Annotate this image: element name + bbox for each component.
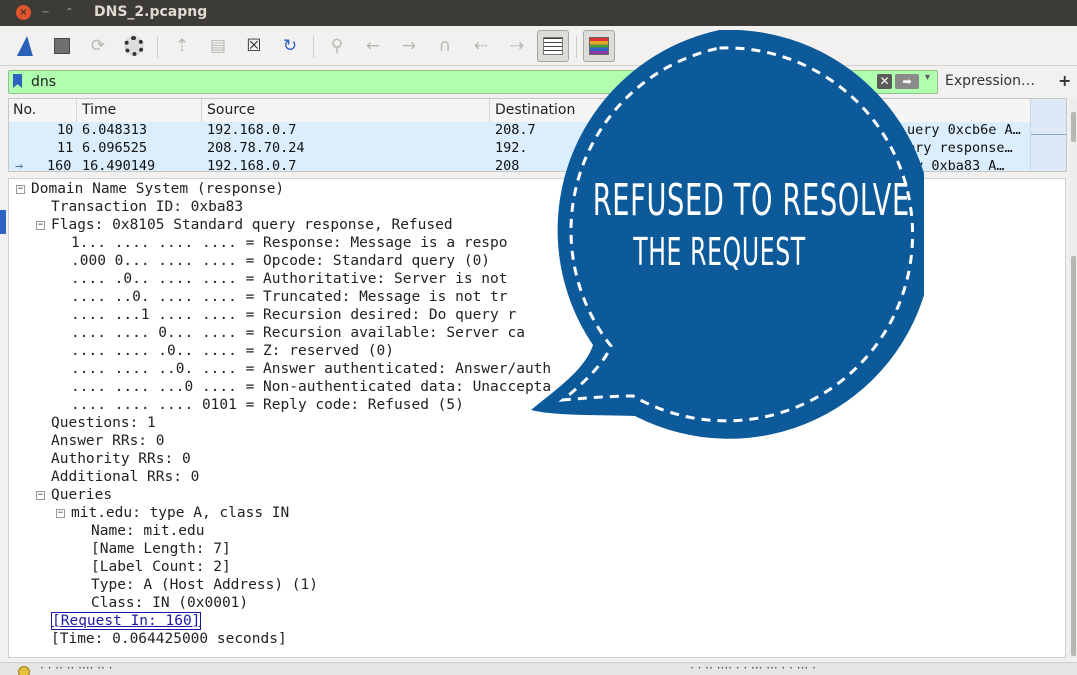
status-packet-counts: · · ·· ···· · · ··· ··· · · ··· · <box>690 662 816 675</box>
packet-info: uery 0xcb6e A… <box>907 122 1021 138</box>
stop-icon <box>54 38 70 54</box>
save-file-icon: ▤ <box>209 36 227 56</box>
detail-line[interactable]: Flags: 0x8105 Standard query response, R… <box>51 216 453 234</box>
go-forward-button[interactable]: → <box>395 32 423 60</box>
column-divider[interactable] <box>489 99 490 123</box>
detail-line[interactable]: Type: A (Host Address) (1) <box>91 576 318 594</box>
close-file-button[interactable]: ☒ <box>240 32 268 60</box>
vertical-scrollbar[interactable] <box>1069 98 1077 658</box>
packet-time: 16.490149 <box>82 158 156 172</box>
detail-line[interactable]: Queries <box>51 486 112 504</box>
detail-line[interactable]: Questions: 1 <box>51 414 156 432</box>
options-gear-icon <box>124 36 144 56</box>
detail-line[interactable]: Answer RRs: 0 <box>51 432 165 450</box>
find-icon: ⚲ <box>330 36 344 56</box>
detail-line[interactable]: .... ...1 .... .... = Recursion desired:… <box>71 306 516 324</box>
minimize-window-button[interactable]: − <box>38 5 53 20</box>
collapse-toggle-icon[interactable]: − <box>16 185 25 194</box>
detail-line[interactable]: .... .... .0.. .... = Z: reserved (0) <box>71 342 394 360</box>
detail-line[interactable]: .000 0... .... .... = Opcode: Standard q… <box>71 252 490 270</box>
detail-line[interactable]: Additional RRs: 0 <box>51 468 199 486</box>
packet-no: 11 <box>57 140 74 156</box>
window-title: DNS_2.pcapng <box>94 4 208 20</box>
status-bar: · · ·· ·· ···· ·· · · · ·· ···· · · ··· … <box>0 662 1077 675</box>
column-header-source[interactable]: Source <box>207 102 255 122</box>
detail-line[interactable]: 1... .... .... .... = Response: Message … <box>71 234 508 252</box>
close-file-icon: ☒ <box>246 36 262 56</box>
expert-info-icon[interactable] <box>18 666 30 675</box>
shark-fin-icon <box>16 36 38 56</box>
title-bar: × − ⌃ DNS_2.pcapng <box>0 0 1077 26</box>
window-edge-marker <box>0 210 6 234</box>
first-packet-button[interactable]: ⇠ <box>467 32 495 60</box>
close-window-button[interactable]: × <box>16 5 31 20</box>
packet-no: 10 <box>57 122 74 138</box>
packet-source: 208.78.70.24 <box>207 140 305 156</box>
detail-line[interactable]: .... .0.. .... .... = Authoritative: Ser… <box>71 270 508 288</box>
stop-capture-button[interactable] <box>48 32 76 60</box>
packet-time: 6.096525 <box>82 140 148 156</box>
detail-line[interactable]: [Name Length: 7] <box>91 540 231 558</box>
detail-line[interactable]: Domain Name System (response) <box>31 180 284 198</box>
related-packet-arrow-icon: → <box>15 158 24 172</box>
detail-line[interactable]: [Label Count: 2] <box>91 558 231 576</box>
filter-history-dropdown[interactable]: ▾ <box>925 72 930 83</box>
packet-no: 160 <box>47 158 72 172</box>
collapse-toggle-icon[interactable]: − <box>36 491 45 500</box>
go-forward-icon: → <box>401 36 417 56</box>
column-divider[interactable] <box>76 99 77 123</box>
scrollbar-thumb[interactable] <box>1071 112 1076 142</box>
go-to-packet-button[interactable]: ∩ <box>431 32 459 60</box>
maximize-window-button[interactable]: ⌃ <box>62 5 77 20</box>
find-packet-button[interactable]: ⚲ <box>323 32 351 60</box>
detail-line[interactable]: .... .... ...0 .... = Non-authenticated … <box>71 378 551 396</box>
detail-line[interactable]: Authority RRs: 0 <box>51 450 191 468</box>
detail-line[interactable]: [Time: 0.064425000 seconds] <box>51 630 287 648</box>
packet-time: 6.048313 <box>82 122 148 138</box>
bubble-subline: THE REQUEST <box>633 230 806 274</box>
collapse-toggle-icon[interactable]: − <box>56 509 65 518</box>
save-file-button[interactable]: ▤ <box>204 32 232 60</box>
column-divider[interactable] <box>201 99 202 123</box>
restart-icon: ⟳ <box>90 36 106 56</box>
first-packet-icon: ⇠ <box>473 36 489 56</box>
start-capture-button[interactable] <box>13 32 41 60</box>
open-file-icon: ⇡ <box>174 36 190 56</box>
detail-line[interactable]: .... .... 0... .... = Recursion availabl… <box>71 324 525 342</box>
packet-source: 192.168.0.7 <box>207 122 297 138</box>
collapse-toggle-icon[interactable]: − <box>36 221 45 230</box>
reload-file-button[interactable]: ↻ <box>276 32 304 60</box>
detail-line[interactable]: .... ..0. .... .... = Truncated: Message… <box>71 288 508 306</box>
toolbar-divider <box>157 36 158 58</box>
detail-line[interactable]: .... .... .... 0101 = Reply code: Refuse… <box>71 396 464 414</box>
detail-line[interactable]: Transaction ID: 0xba83 <box>51 198 243 216</box>
go-back-icon: ← <box>365 36 381 56</box>
add-filter-button[interactable]: + <box>1058 71 1071 90</box>
toolbar-divider <box>313 36 314 58</box>
detail-line[interactable]: mit.edu: type A, class IN <box>71 504 289 522</box>
expression-button[interactable]: Expression… <box>945 73 1035 89</box>
column-header-time[interactable]: Time <box>82 102 116 122</box>
open-file-button[interactable]: ⇡ <box>168 32 196 60</box>
go-to-packet-icon: ∩ <box>438 36 452 56</box>
column-header-no[interactable]: No. <box>13 102 36 122</box>
reload-icon: ↻ <box>282 36 298 56</box>
packet-source: 192.168.0.7 <box>207 158 297 172</box>
request-in-link[interactable]: [Request In: 160] <box>51 612 202 630</box>
restart-capture-button[interactable]: ⟳ <box>84 32 112 60</box>
status-file-info: · · ·· ·· ···· ·· · <box>40 662 113 675</box>
bubble-headline: REFUSED TO RESOLVE <box>592 175 910 226</box>
speech-bubble-overlay: REFUSED TO RESOLVE THE REQUEST <box>515 29 934 439</box>
go-back-button[interactable]: ← <box>359 32 387 60</box>
scrollbar-thumb[interactable] <box>1031 134 1066 135</box>
detail-line[interactable]: Name: mit.edu <box>91 522 205 540</box>
scrollbar-thumb[interactable] <box>1071 256 1076 656</box>
detail-line[interactable]: Class: IN (0x0001) <box>91 594 248 612</box>
capture-options-button[interactable] <box>120 32 148 60</box>
packet-list-minimap-scrollbar[interactable] <box>1030 99 1066 171</box>
